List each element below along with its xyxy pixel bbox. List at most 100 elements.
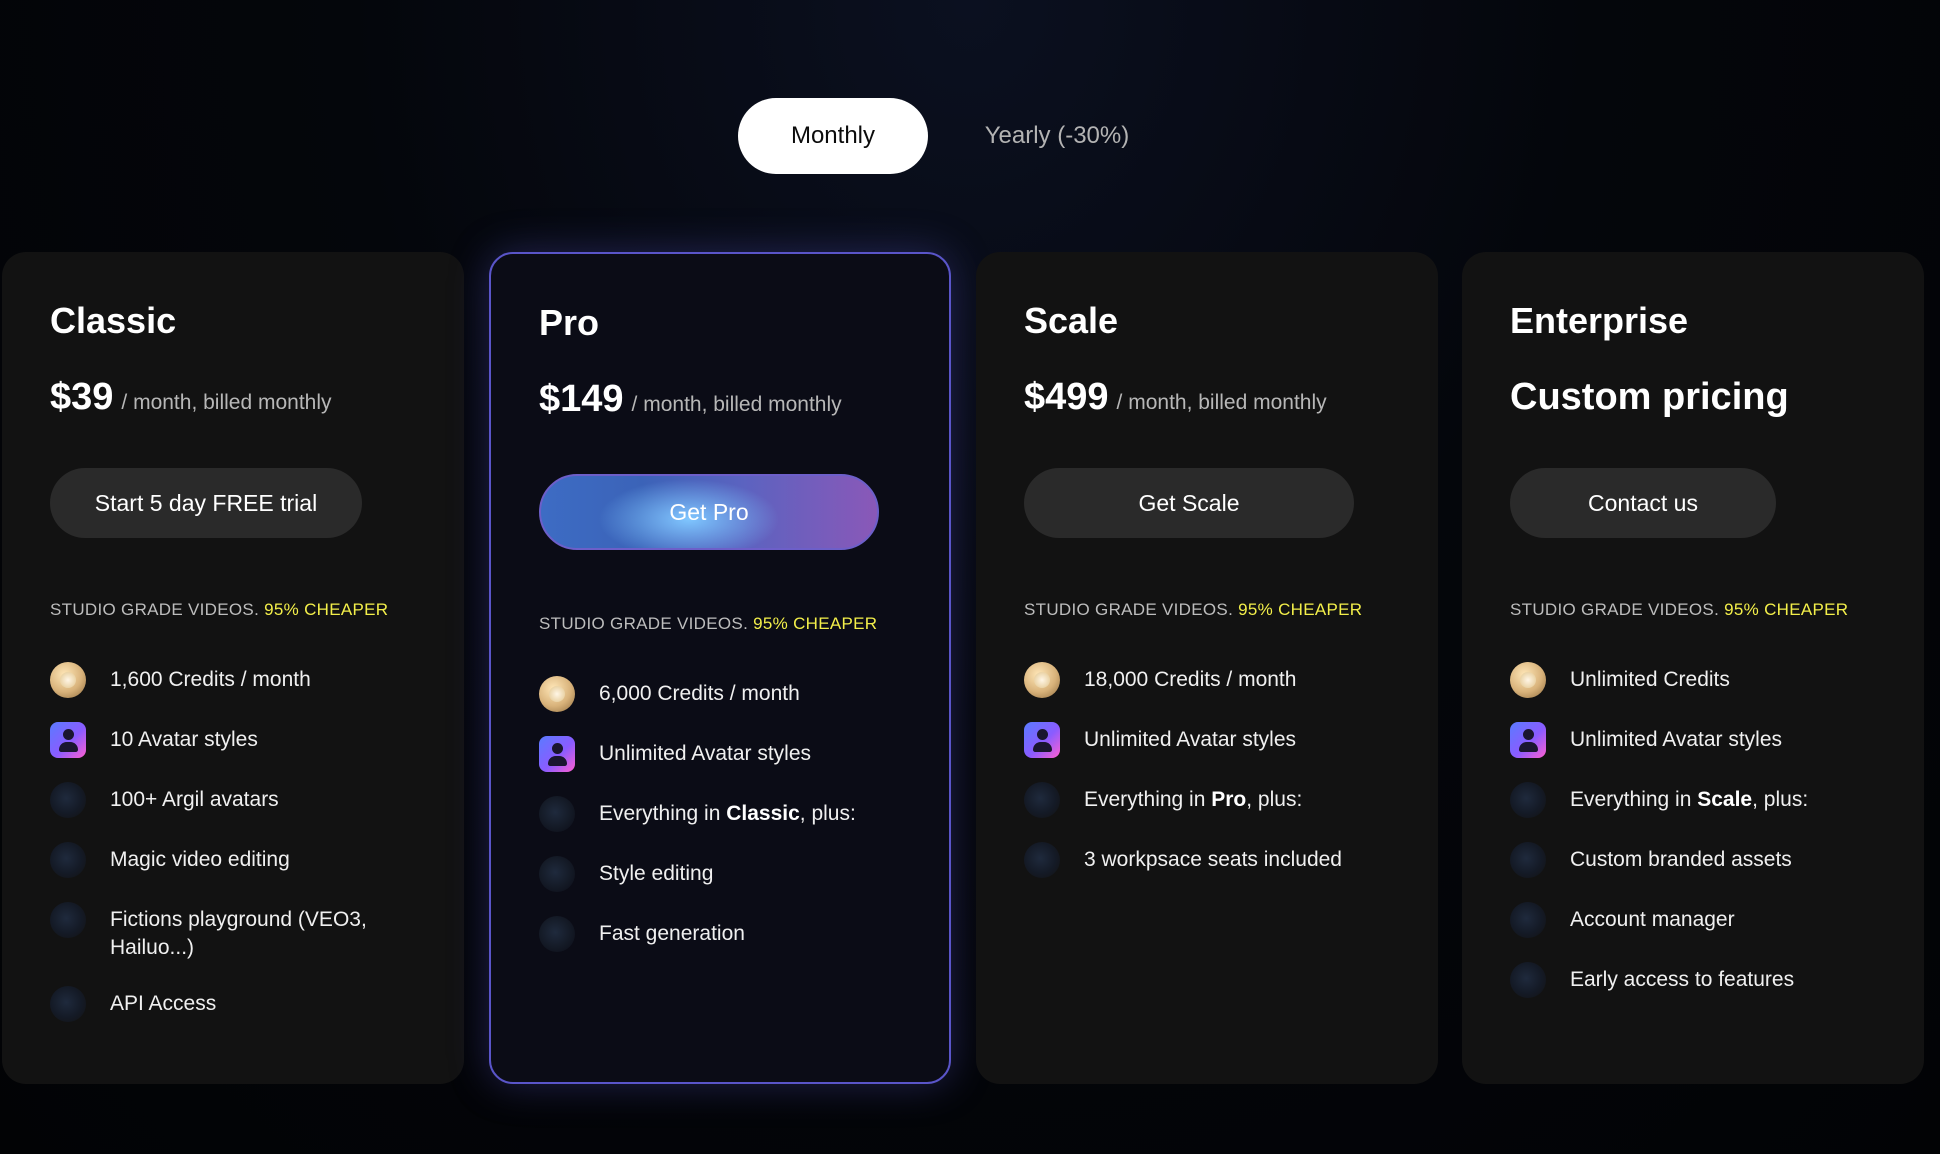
list-item: 10 Avatar styles: [50, 722, 430, 758]
plan-title: Classic: [50, 300, 177, 341]
plan-tagline: STUDIO GRADE VIDEOS. 95% CHEAPER: [539, 614, 877, 634]
tagline-prefix: STUDIO GRADE VIDEOS.: [50, 600, 260, 619]
list-item: Style editing: [539, 856, 919, 892]
feature-text-prefix: Everything in: [1570, 788, 1698, 811]
list-item: Early access to features: [1510, 962, 1890, 998]
feature-text-bold: Scale: [1697, 788, 1753, 811]
feature-text: 18,000 Credits / month: [1084, 668, 1297, 691]
plan-title: Enterprise: [1510, 300, 1689, 341]
avatar-styles-icon: [1024, 722, 1060, 758]
list-item: 6,000 Credits / month: [539, 676, 919, 712]
feature-text-prefix: Everything in: [1084, 788, 1212, 811]
feature-text: 100+ Argil avatars: [110, 788, 279, 811]
start-trial-button[interactable]: Start 5 day FREE trial: [50, 468, 362, 538]
feature-text: Style editing: [599, 862, 714, 885]
plan-tagline: STUDIO GRADE VIDEOS. 95% CHEAPER: [1024, 600, 1362, 620]
feature-list: 6,000 Credits / month Unlimited Avatar s…: [539, 676, 919, 976]
plan-title: Scale: [1024, 300, 1119, 341]
credits-coin-icon: [539, 676, 575, 712]
plan-card-enterprise: Enterprise Custom pricing Contact us STU…: [1462, 252, 1924, 1084]
avatar-styles-icon: [1510, 722, 1546, 758]
bullet-dot-icon: [539, 916, 575, 952]
plan-card-scale: Scale $499 / month, billed monthly Get S…: [976, 252, 1438, 1084]
feature-text-prefix: Everything in: [599, 802, 727, 825]
feature-text: Fast generation: [599, 922, 745, 945]
avatar-styles-icon: [539, 736, 575, 772]
feature-text: Unlimited Avatar styles: [599, 742, 812, 765]
feature-text: Everything in Scale, plus:: [1570, 782, 1808, 814]
monthly-toggle-button[interactable]: Monthly: [738, 98, 928, 174]
get-scale-button[interactable]: Get Scale: [1024, 468, 1354, 538]
list-item: 1,600 Credits / month: [50, 662, 430, 698]
list-item: Unlimited Avatar styles: [539, 736, 919, 772]
feature-text-bold: Classic: [726, 802, 800, 825]
list-item: Fictions playground (VEO3, Hailuo...): [50, 902, 430, 962]
tagline-prefix: STUDIO GRADE VIDEOS.: [539, 614, 749, 633]
bullet-dot-icon: [50, 986, 86, 1022]
bullet-dot-icon: [1510, 902, 1546, 938]
feature-text: Everything in Pro, plus:: [1084, 782, 1302, 814]
avatar-styles-icon: [50, 722, 86, 758]
feature-text: Fictions playground (VEO3, Hailuo...): [110, 908, 367, 959]
billing-toggle: Monthly Yearly (-30%): [738, 98, 1186, 174]
bullet-dot-icon: [50, 902, 86, 938]
bullet-dot-icon: [1024, 842, 1060, 878]
credits-coin-icon: [50, 662, 86, 698]
list-item: Unlimited Credits: [1510, 662, 1890, 698]
tagline-highlight: 95% CHEAPER: [753, 614, 878, 633]
get-pro-button[interactable]: Get Pro: [539, 474, 879, 550]
tagline-highlight: 95% CHEAPER: [264, 600, 389, 619]
feature-text: Account manager: [1570, 908, 1735, 931]
feature-text: Early access to features: [1570, 968, 1795, 991]
list-item: 100+ Argil avatars: [50, 782, 430, 818]
feature-list: 18,000 Credits / month Unlimited Avatar …: [1024, 662, 1404, 902]
feature-text: Custom branded assets: [1570, 848, 1792, 871]
plan-price-period: / month, billed monthly: [631, 393, 842, 416]
feature-text: Unlimited Avatar styles: [1570, 728, 1783, 751]
bullet-dot-icon: [1510, 842, 1546, 878]
list-item: API Access: [50, 986, 430, 1022]
feature-text: 6,000 Credits / month: [599, 682, 800, 705]
tagline-highlight: 95% CHEAPER: [1724, 600, 1849, 619]
list-item: 3 workpsace seats included: [1024, 842, 1404, 878]
plan-price: $39: [50, 376, 114, 418]
bullet-dot-icon: [1024, 782, 1060, 818]
list-item: Everything in Classic, plus:: [539, 796, 919, 832]
bullet-dot-icon: [1510, 782, 1546, 818]
pricing-page: Monthly Yearly (-30%) Classic $39 / mont…: [0, 0, 1940, 1154]
list-item: Everything in Pro, plus:: [1024, 782, 1404, 818]
feature-text: 3 workpsace seats included: [1084, 848, 1342, 871]
plan-tagline: STUDIO GRADE VIDEOS. 95% CHEAPER: [1510, 600, 1848, 620]
feature-text: 1,600 Credits / month: [110, 668, 311, 691]
feature-list: Unlimited Credits Unlimited Avatar style…: [1510, 662, 1890, 1022]
list-item: Unlimited Avatar styles: [1024, 722, 1404, 758]
feature-text: Everything in Classic, plus:: [599, 796, 856, 828]
list-item: Custom branded assets: [1510, 842, 1890, 878]
plan-price-period: / month, billed monthly: [1116, 391, 1327, 414]
list-item: Fast generation: [539, 916, 919, 952]
list-item: Everything in Scale, plus:: [1510, 782, 1890, 818]
feature-text: API Access: [110, 992, 217, 1015]
bullet-dot-icon: [1510, 962, 1546, 998]
list-item: Unlimited Avatar styles: [1510, 722, 1890, 758]
feature-text-suffix: , plus:: [799, 802, 856, 825]
contact-us-button[interactable]: Contact us: [1510, 468, 1776, 538]
list-item: Account manager: [1510, 902, 1890, 938]
price-row: $149 / month, billed monthly: [539, 378, 842, 421]
bullet-dot-icon: [50, 842, 86, 878]
feature-text-suffix: , plus:: [1752, 788, 1809, 811]
tagline-highlight: 95% CHEAPER: [1238, 600, 1363, 619]
feature-text: 10 Avatar styles: [110, 728, 258, 751]
tagline-prefix: STUDIO GRADE VIDEOS.: [1510, 600, 1720, 619]
tagline-prefix: STUDIO GRADE VIDEOS.: [1024, 600, 1234, 619]
feature-text: Magic video editing: [110, 848, 290, 871]
credits-coin-icon: [1024, 662, 1060, 698]
bullet-dot-icon: [50, 782, 86, 818]
plan-card-pro: Pro $149 / month, billed monthly Get Pro…: [489, 252, 951, 1084]
price-row: $499 / month, billed monthly: [1024, 376, 1327, 419]
plan-card-classic: Classic $39 / month, billed monthly Star…: [2, 252, 464, 1084]
list-item: Magic video editing: [50, 842, 430, 878]
yearly-toggle-button[interactable]: Yearly (-30%): [928, 98, 1186, 174]
plan-tagline: STUDIO GRADE VIDEOS. 95% CHEAPER: [50, 600, 388, 620]
credits-coin-icon: [1510, 662, 1546, 698]
